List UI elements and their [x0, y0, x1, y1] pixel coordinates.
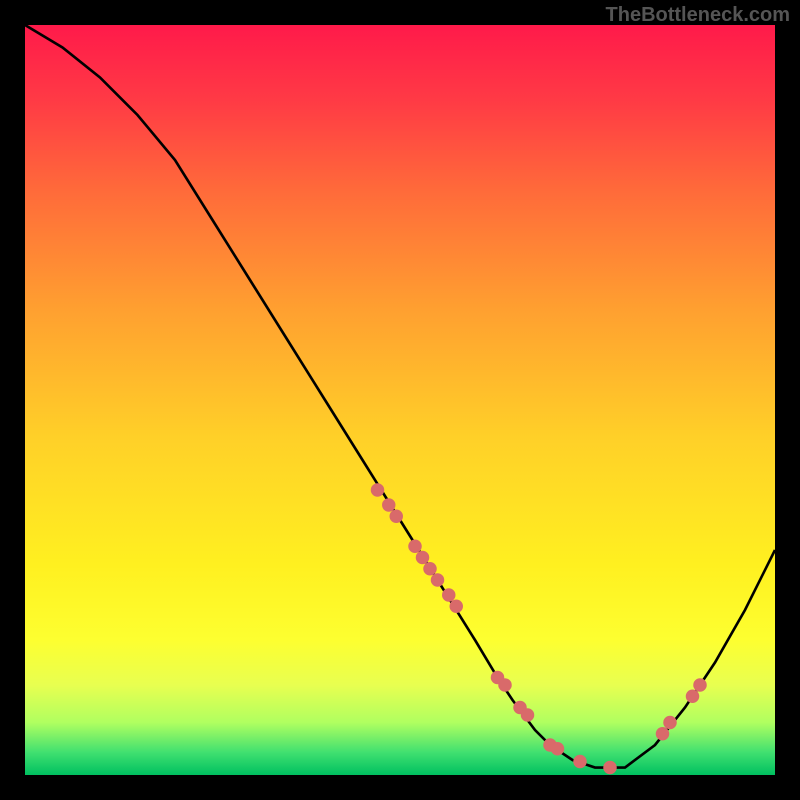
data-point	[450, 600, 463, 614]
plot-area	[25, 25, 775, 775]
chart-svg	[25, 25, 775, 775]
data-markers	[371, 483, 707, 774]
data-point	[573, 755, 587, 769]
data-point	[442, 588, 455, 602]
data-point	[498, 678, 512, 692]
data-point	[521, 708, 535, 722]
data-point	[693, 678, 707, 692]
data-point	[390, 510, 403, 524]
data-point	[416, 551, 429, 565]
data-point	[382, 498, 395, 512]
bottleneck-curve	[25, 25, 775, 768]
data-point	[423, 562, 436, 576]
data-point	[431, 573, 444, 587]
watermark-text: TheBottleneck.com	[606, 4, 790, 27]
data-point	[551, 742, 565, 756]
data-point	[663, 716, 677, 730]
data-point	[371, 483, 384, 496]
data-point	[656, 727, 670, 741]
data-point	[686, 690, 700, 704]
data-point	[603, 761, 617, 775]
data-point	[408, 540, 421, 554]
